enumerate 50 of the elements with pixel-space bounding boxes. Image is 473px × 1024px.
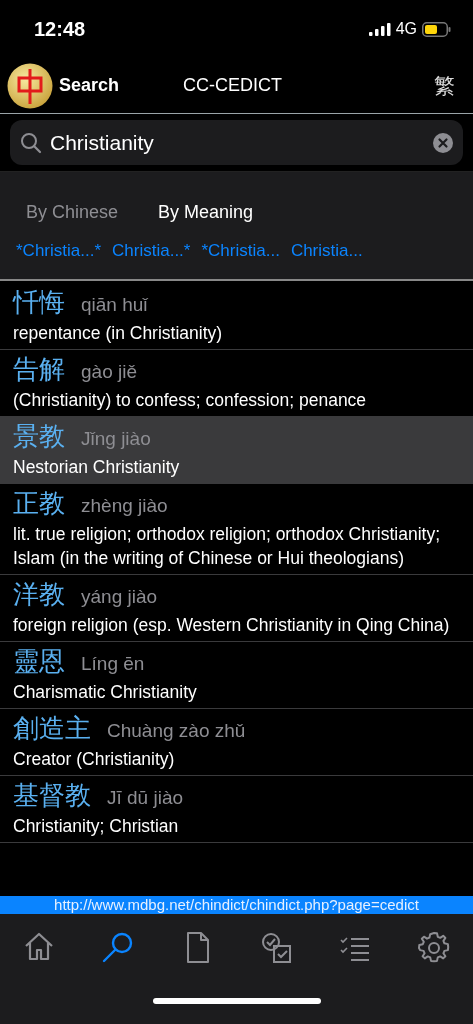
definition: lit. true religion; orthodox religion; orthodox Christianity; Islam (in the writing of Chinese or Hui theologians) — [13, 523, 441, 570]
definition: (Christianity) to confess; confession; penance — [13, 389, 368, 412]
pinyin: qiān huǐ — [81, 294, 148, 316]
headword: 創造主 — [13, 712, 91, 745]
result-row[interactable]: 洋教 yáng jiào foreign religion (esp. Western Christianity in Qing China) — [0, 575, 473, 642]
definition: Creator (Christianity) — [13, 748, 176, 771]
headword: 靈恩 — [13, 645, 65, 678]
pinyin: Jǐng jiào — [81, 428, 151, 450]
headword: 忏悔 — [13, 286, 65, 319]
pattern-link[interactable]: *Christia...* — [16, 241, 102, 261]
result-row[interactable]: 忏悔 qiān huǐ repentance (in Christianity) — [0, 283, 473, 350]
pattern-link[interactable]: *Christia... — [201, 241, 280, 261]
result-row[interactable]: 正教 zhèng jiào lit. true religion; orthodox religion; orthodox Christianity; Islam (in the writing of Chinese or Hui theologians) — [0, 484, 473, 575]
dictionary-name: CC-CEDICT — [183, 75, 284, 96]
battery-icon — [422, 21, 451, 37]
definition: Christianity; Christian — [13, 815, 180, 838]
mode-tab[interactable]: By Meaning — [156, 198, 256, 227]
result-row[interactable]: 基督教 Jī dū jiào Christianity; Christian — [0, 776, 473, 843]
definition: repentance (in Christianity) — [13, 322, 224, 345]
search-field[interactable]: Christianity — [10, 120, 463, 165]
pinyin: Chuàng zào zhǔ — [107, 720, 246, 742]
logo-icon[interactable] — [7, 62, 53, 109]
result-row[interactable]: 靈恩 Líng ēn Charismatic Christianity — [0, 642, 473, 709]
result-row[interactable]: 景教 Jǐng jiào Nestorian Christianity — [0, 417, 473, 484]
status-time: 12:48 — [34, 17, 86, 41]
script-toggle[interactable]: 繁 — [434, 71, 455, 100]
headword: 正教 — [13, 487, 65, 520]
pattern-link[interactable]: Christia...* — [112, 241, 191, 261]
search-icon — [20, 131, 42, 154]
result-row[interactable]: 創造主 Chuàng zào zhǔ Creator (Christianity) — [0, 709, 473, 776]
definition: Charismatic Christianity — [13, 681, 198, 704]
definition: foreign religion (esp. Western Christianity in Qing China) — [13, 614, 451, 637]
pinyin: yáng jiào — [81, 586, 158, 608]
clear-icon[interactable] — [433, 132, 453, 153]
search-input[interactable]: Christianity — [50, 130, 425, 155]
pinyin: zhèng jiào — [81, 495, 168, 517]
pinyin: Jī dū jiào — [107, 787, 184, 809]
pinyin: Líng ēn — [81, 653, 145, 675]
definition: Nestorian Christianity — [13, 456, 181, 479]
headword: 洋教 — [13, 578, 65, 611]
signal-icon — [368, 22, 391, 36]
pattern-link[interactable]: Christia... — [290, 241, 363, 261]
headword: 景教 — [13, 420, 65, 453]
screen-title: Search — [59, 75, 120, 96]
settings-icon[interactable] — [416, 931, 451, 965]
mode-tab[interactable]: By Chinese — [24, 198, 121, 227]
pinyin: gào jiě — [81, 361, 137, 383]
headword: 告解 — [13, 353, 65, 386]
headword: 基督教 — [13, 779, 91, 812]
network-label: 4G — [395, 20, 417, 38]
